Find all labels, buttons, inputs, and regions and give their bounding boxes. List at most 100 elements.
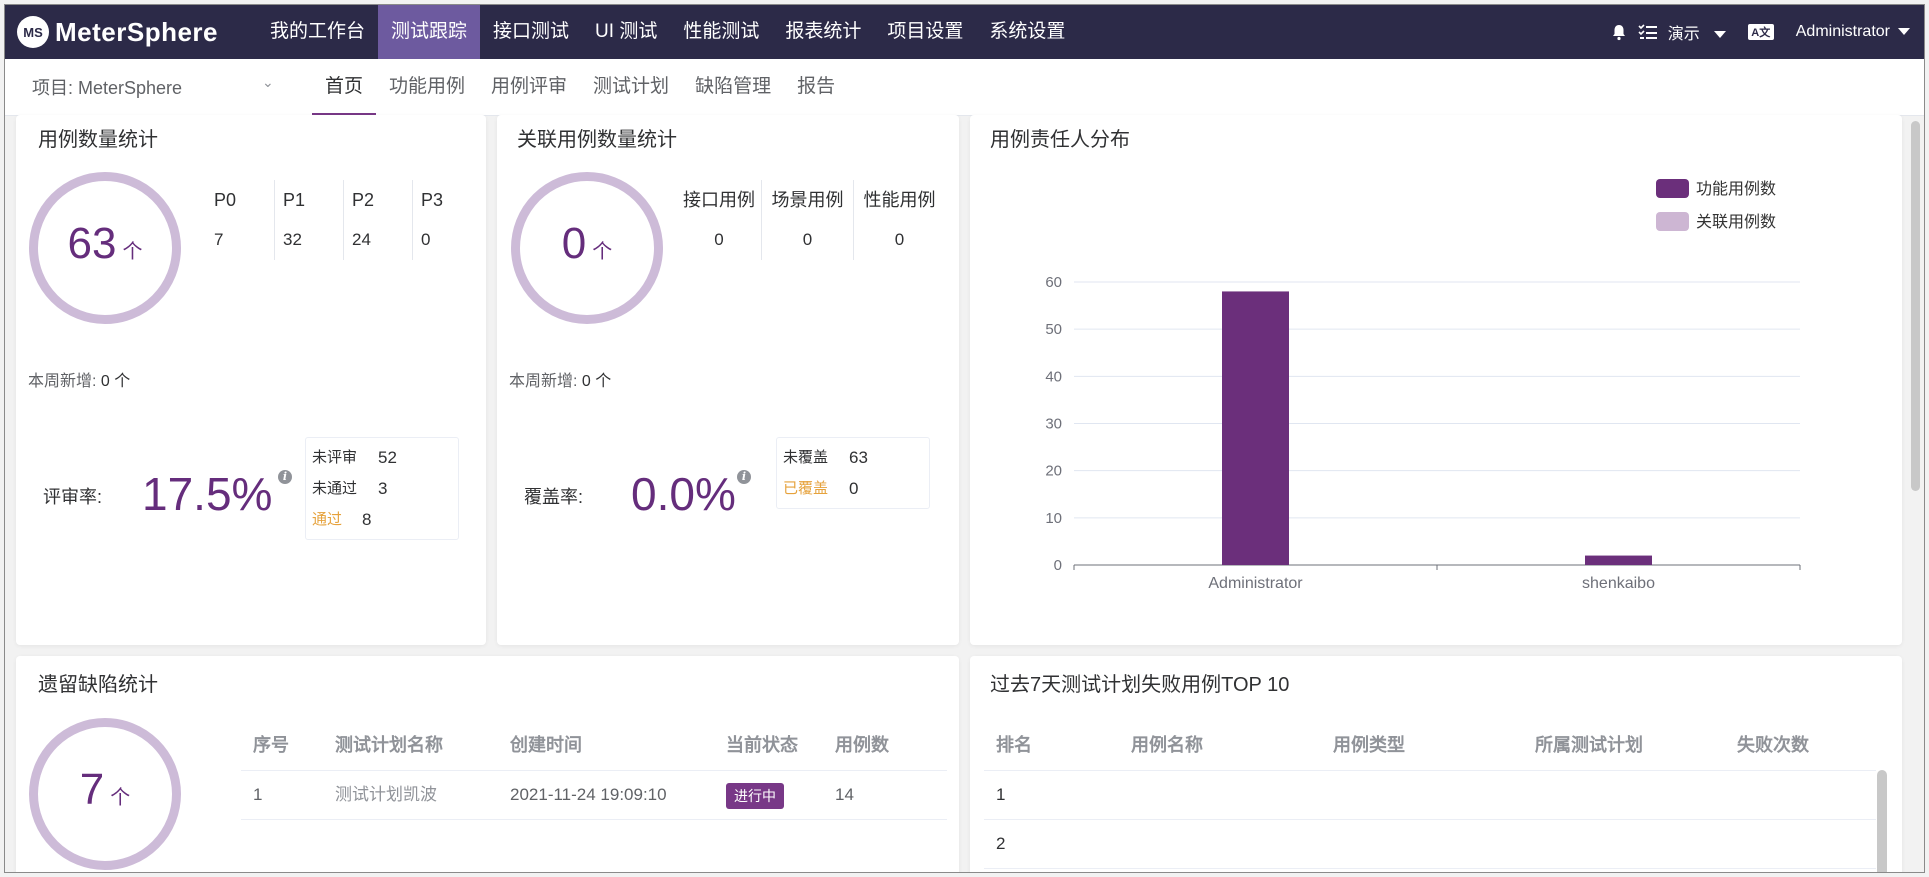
priority-value: 32 [283,230,302,249]
chevron-down-icon: ⌄ [262,74,274,90]
legend-row: 未通过 3 [312,473,452,504]
workspace-switcher[interactable]: 演示 [1668,20,1726,44]
total-ring: 63 个 [29,172,181,324]
defects-card: 遗留缺陷统计 7个 序号 测试计划名称 创建时间 当前状态 用例数 1 测试计划… [16,656,959,872]
legend-label: 通过 [312,511,343,528]
top-navbar: MS MeterSphere 我的工作台 测试跟踪 接口测试 UI 测试 性能测… [5,5,1924,59]
type-label: 接口用例 [683,190,755,210]
main-nav: 我的工作台 测试跟踪 接口测试 UI 测试 性能测试 报表统计 项目设置 系统设… [257,5,1078,59]
legend-value: 3 [378,479,388,498]
page-scrollbar[interactable] [1911,121,1920,491]
nav-performance-test[interactable]: 性能测试 [670,5,772,59]
top10-table: 排名 用例名称 用例类型 所属测试计划 失败次数 1 2 [984,721,1876,869]
legend-label: 关联用例数 [1696,213,1776,231]
sub-navbar: 项目: MeterSphere ⌄ 首页 功能用例 用例评审 测试计划 缺陷管理… [5,59,1924,116]
tab-home[interactable]: 首页 [312,59,377,115]
username: Administrator [1795,23,1890,40]
cell-rank: 1 [996,785,1006,804]
case-type-table: 接口用例 0 场景用例 0 性能用例 0 [677,180,945,260]
nav-ui-test[interactable]: UI 测试 [582,5,670,59]
column-header: 失败次数 [1737,735,1809,755]
task-list-icon[interactable] [1638,23,1658,41]
total-ring: 0个 [511,172,663,324]
y-tick-label: 40 [1045,368,1062,385]
legend-row: 未评审 52 [312,442,452,473]
total-count: 63 [67,219,117,268]
column-header: 所属测试计划 [1535,735,1643,755]
weekly-new: 本周新增: 0 个 [509,367,611,391]
app-window: MS MeterSphere 我的工作台 测试跟踪 接口测试 UI 测试 性能测… [4,4,1925,873]
priority-value: 7 [214,230,224,249]
coverage-rate-label: 覆盖率: [524,487,584,507]
table-row[interactable]: 1 测试计划凯波 2021-11-24 19:09:10 进行中 14 [241,771,947,820]
card-title: 用例责任人分布 [990,129,1130,151]
tab-defect-management[interactable]: 缺陷管理 [682,59,784,115]
weekly-new-label: 本周新增: [509,373,578,390]
legend-label: 已覆盖 [783,480,829,497]
review-rate-value: 17.5% [142,468,273,520]
legend-label: 未评审 [312,449,358,466]
review-legend: 未评审 52 未通过 3 通过 8 [305,437,459,540]
nav-workbench[interactable]: 我的工作台 [257,5,378,59]
column-header: 序号 [253,735,289,755]
legend-value: 0 [849,479,859,498]
y-tick-label: 20 [1045,463,1062,480]
bell-icon[interactable] [1610,23,1628,41]
y-tick-label: 10 [1045,510,1062,527]
priority-label: P2 [352,190,375,210]
info-icon[interactable]: i [278,470,292,484]
project-selector[interactable]: 项目: MeterSphere ⌄ [32,74,312,100]
table-header: 序号 测试计划名称 创建时间 当前状态 用例数 [241,721,947,771]
nav-system-settings[interactable]: 系统设置 [976,5,1078,59]
tab-report[interactable]: 报告 [784,59,848,115]
table-row[interactable]: 2 [984,820,1876,869]
unit-label: 个 [122,241,143,263]
y-tick-label: 30 [1045,416,1062,433]
project-name: 项目: MeterSphere [32,78,183,98]
weekly-new-label: 本周新增: [28,373,97,390]
owner-bar-chart: 0 10 20 30 40 50 60 Administrator shenkaibo 功能用例数… [1045,179,1801,592]
card-title: 关联用例数量统计 [517,129,677,151]
total-ring: 7个 [29,718,181,870]
y-tick-label: 0 [1054,557,1062,574]
table-header: 排名 用例名称 用例类型 所属测试计划 失败次数 [984,721,1876,771]
coverage-rate-value: 0.0% [631,468,736,520]
table-scrollbar[interactable] [1877,770,1887,872]
nav-test-track[interactable]: 测试跟踪 [378,5,481,59]
priority-label: P0 [214,190,237,210]
total-count: 0 [561,219,587,268]
bar [1585,555,1652,565]
table-row[interactable]: 1 [984,771,1876,820]
legend-swatch [1656,179,1689,198]
workspace-name: 演示 [1667,26,1700,43]
column-header: 排名 [996,735,1032,755]
tab-case-review[interactable]: 用例评审 [478,59,580,115]
tab-functional-cases[interactable]: 功能用例 [376,59,478,115]
info-icon[interactable]: i [737,470,751,484]
unit-label: 个 [110,787,131,809]
language-icon[interactable]: A文 [1747,24,1774,40]
case-stats-card: 用例数量统计 63个 P0 7 P1 32 P2 24 P3 0 本周新增: [16,115,486,645]
review-rate-label: 评审率: [43,487,103,507]
weekly-new-value: 0 个 [100,373,131,390]
nav-report-stats[interactable]: 报表统计 [772,5,874,59]
nav-project-settings[interactable]: 项目设置 [874,5,976,59]
logo[interactable]: MS MeterSphere [17,16,237,48]
chevron-down-icon [1898,28,1910,36]
type-label: 场景用例 [771,190,844,210]
legend-label: 未覆盖 [783,449,829,466]
top-right-controls: 演示 A文 Administrator [1610,5,1910,59]
tab-test-plan[interactable]: 测试计划 [580,59,682,115]
cell-plan-name[interactable]: 测试计划凯波 [323,771,498,819]
weekly-new-value: 0 个 [581,373,612,390]
y-tick-label: 50 [1045,321,1062,338]
related-stats-card: 关联用例数量统计 0个 接口用例 0 场景用例 0 性能用例 0 本周新增: 0… [497,115,959,645]
x-tick-label: Administrator [1208,575,1303,592]
user-menu[interactable]: Administrator [1796,23,1910,41]
legend-row: 通过 8 [312,504,452,535]
total-count: 7 [79,765,105,814]
top10-failed-card: 过去7天测试计划失败用例TOP 10 排名 用例名称 用例类型 所属测试计划 失… [970,656,1902,872]
nav-api-test[interactable]: 接口测试 [480,5,582,59]
type-value: 0 [802,230,813,249]
priority-col: P1 32 [274,180,343,260]
